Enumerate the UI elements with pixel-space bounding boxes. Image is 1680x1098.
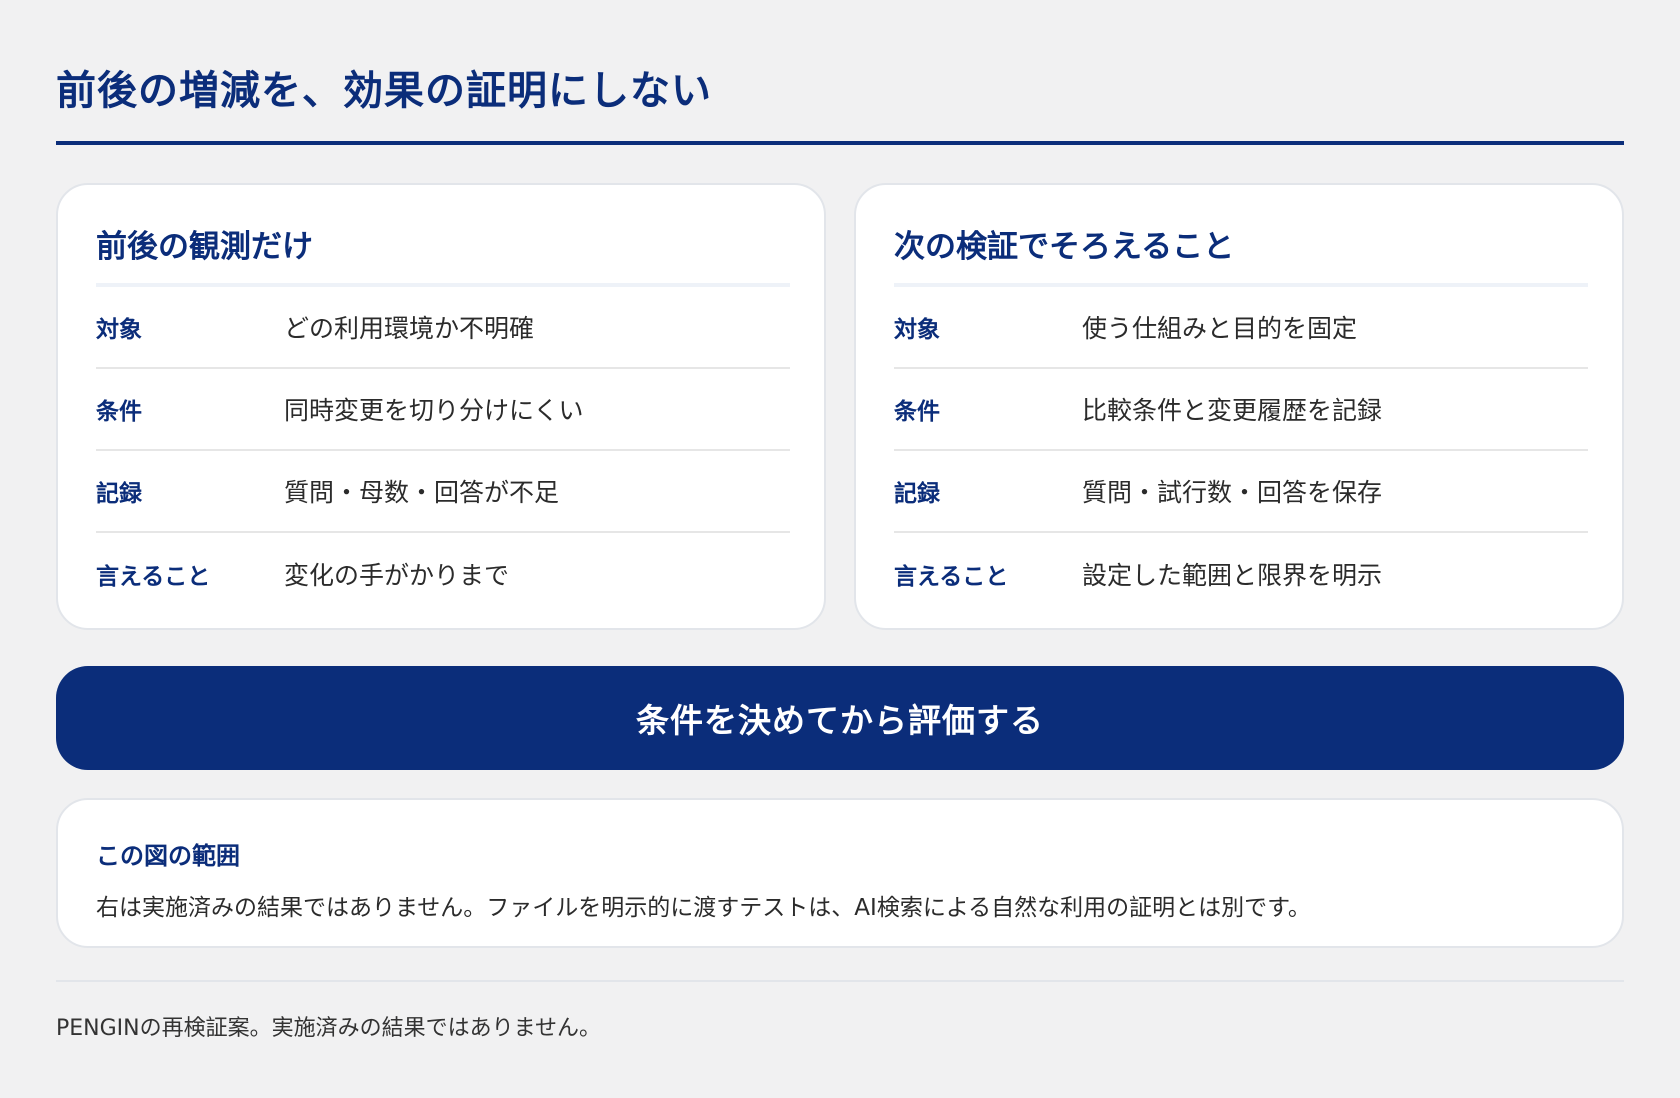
title-divider [56, 141, 1624, 145]
comparison-list: 対象 使う仕組みと目的を固定 条件 比較条件と変更履歴を記録 記録 質問・試行数… [894, 287, 1588, 615]
row-label: 条件 [96, 399, 142, 425]
row-label: 言えること [894, 564, 1009, 590]
row-value: 比較条件と変更履歴を記録 [1082, 396, 1383, 425]
row-label: 対象 [894, 317, 940, 343]
row-value: 同時変更を切り分けにくい [284, 396, 584, 425]
evaluate-button[interactable]: 条件を決めてから評価する [56, 666, 1624, 770]
row-value: 設定した範囲と限界を明示 [1082, 561, 1383, 590]
row-label: 対象 [96, 317, 142, 343]
comparison-row: 記録 質問・母数・回答が不足 [96, 451, 790, 533]
row-label: 記録 [96, 481, 142, 507]
row-label: 言えること [96, 564, 211, 590]
row-value: 質問・試行数・回答を保存 [1082, 478, 1383, 507]
row-value: 変化の手がかりまで [284, 561, 510, 590]
comparison-row: 対象 どの利用環境か不明確 [96, 287, 790, 369]
comparison-row: 言えること 変化の手がかりまで [96, 533, 790, 615]
card-heading: 前後の観測だけ [96, 229, 313, 265]
comparison-row: 記録 質問・試行数・回答を保存 [894, 451, 1588, 533]
row-label: 記録 [894, 481, 940, 507]
row-value: どの利用環境か不明確 [284, 314, 535, 343]
page-title: 前後の増減を、効果の証明にしない [56, 68, 712, 114]
comparison-row: 言えること 設定した範囲と限界を明示 [894, 533, 1588, 615]
scope-note-card: この図の範囲 右は実施済みの結果ではありません。ファイルを明示的に渡すテストは、… [56, 798, 1624, 948]
before-after-card: 前後の観測だけ 対象 どの利用環境か不明確 条件 同時変更を切り分けにくい 記録… [56, 183, 826, 630]
row-value: 質問・母数・回答が不足 [284, 478, 560, 507]
footer-note: PENGINの再検証案。実施済みの結果ではありません。 [56, 1016, 601, 1041]
comparison-row: 条件 同時変更を切り分けにくい [96, 369, 790, 451]
row-value: 使う仕組みと目的を固定 [1082, 314, 1358, 343]
scope-text: 右は実施済みの結果ではありません。ファイルを明示的に渡すテストは、AI検索による… [96, 895, 1311, 921]
card-heading: 次の検証でそろえること [894, 229, 1235, 265]
comparison-row: 条件 比較条件と変更履歴を記録 [894, 369, 1588, 451]
comparison-row: 対象 使う仕組みと目的を固定 [894, 287, 1588, 369]
footer-divider [56, 980, 1624, 982]
row-label: 条件 [894, 399, 940, 425]
next-verification-card: 次の検証でそろえること 対象 使う仕組みと目的を固定 条件 比較条件と変更履歴を… [854, 183, 1624, 630]
comparison-list: 対象 どの利用環境か不明確 条件 同時変更を切り分けにくい 記録 質問・母数・回… [96, 287, 790, 615]
scope-title: この図の範囲 [96, 842, 240, 870]
